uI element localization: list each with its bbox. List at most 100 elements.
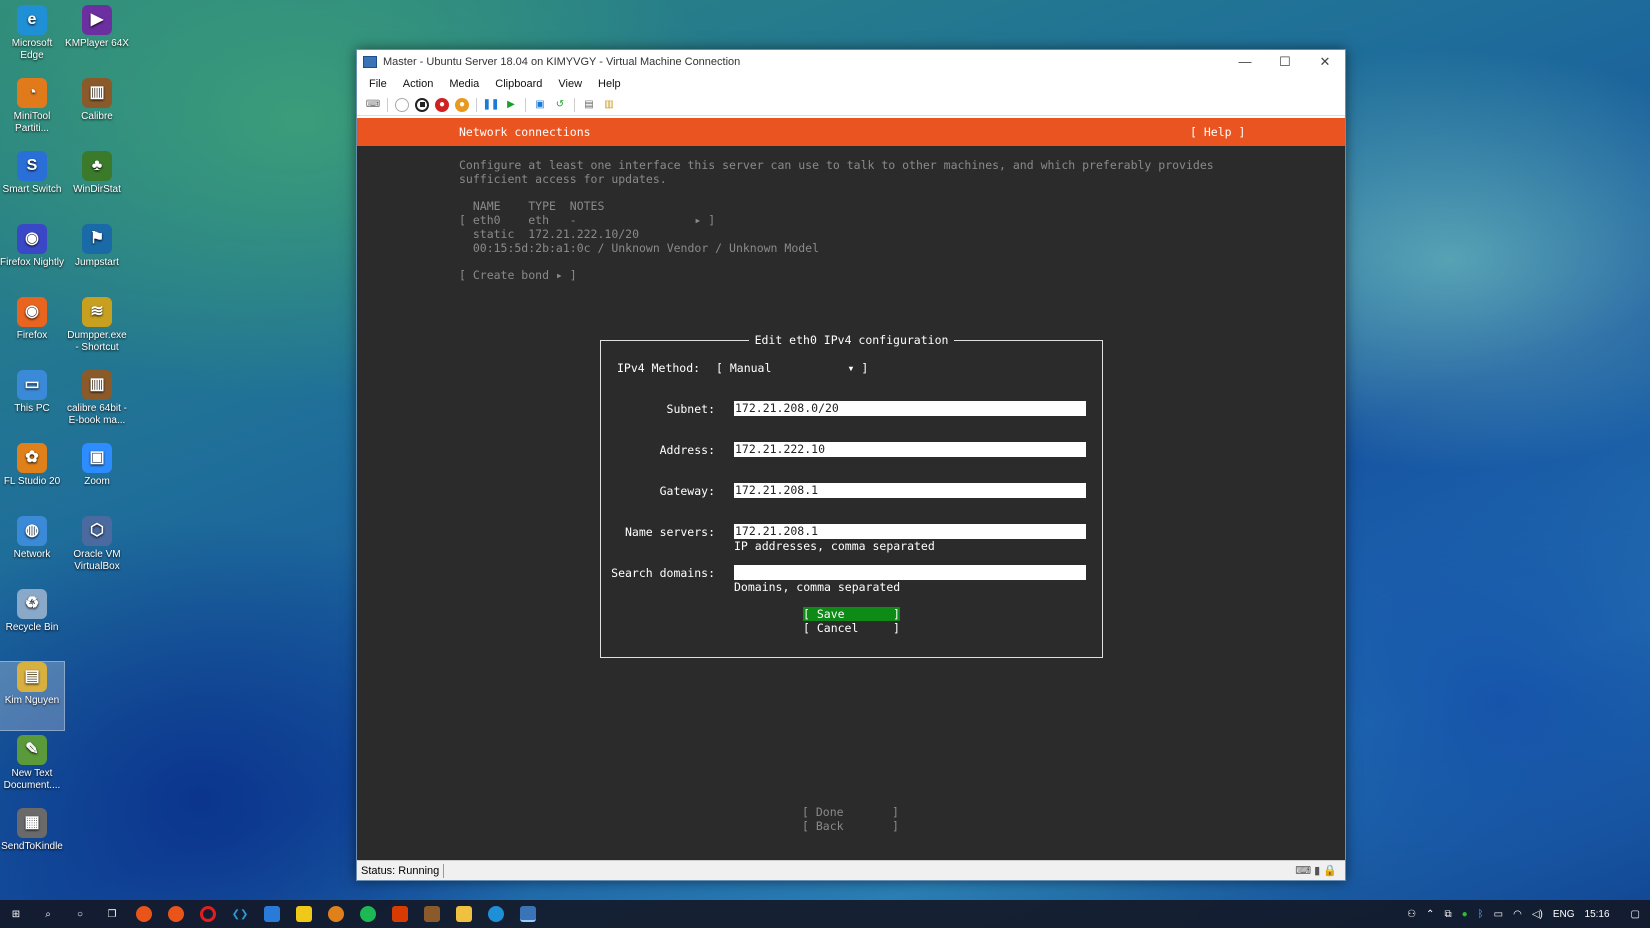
desktop-icon-label: Firefox Nightly xyxy=(0,257,64,268)
security-icon[interactable]: ● xyxy=(1462,909,1468,920)
desktop-icon-fl-studio-20[interactable]: ✿ FL Studio 20 xyxy=(0,443,64,511)
battery-icon[interactable]: ▭ xyxy=(1494,909,1503,920)
window-titlebar[interactable]: Master - Ubuntu Server 18.04 on KIMYVGY … xyxy=(357,50,1345,73)
checkpoint-icon[interactable]: ▣ xyxy=(533,98,547,112)
desktop-icon-oracle-vm-virtualbox[interactable]: ⬡ Oracle VM VirtualBox xyxy=(65,516,129,584)
people-icon[interactable]: ⚇ xyxy=(1407,909,1416,920)
office-icon[interactable] xyxy=(392,906,408,922)
language-indicator[interactable]: ENG xyxy=(1553,909,1575,920)
opera-icon[interactable] xyxy=(200,906,216,922)
chevron-up-icon[interactable]: ⌃ xyxy=(1426,909,1434,920)
desktop-icon-firefox-nightly[interactable]: ◉ Firefox Nightly xyxy=(0,224,64,292)
desktop-icon-label: Jumpstart xyxy=(75,257,119,268)
system-tray: ⚇ ⌃ ⧉ ● ᛒ ▭ ◠ ◁) ENG 15:16 ▢ xyxy=(1402,900,1650,928)
desktop-icon-label: KMPlayer 64X xyxy=(65,38,129,49)
desktop-icon-kmplayer-64x[interactable]: ▶ KMPlayer 64X xyxy=(65,5,129,73)
clock[interactable]: 15:16 xyxy=(1585,909,1610,920)
desktop-icon-network[interactable]: ◍ Network xyxy=(0,516,64,584)
desktop-icon-sendtokindle[interactable]: ▦ SendToKindle xyxy=(0,808,64,876)
desktop-icon-smart-switch[interactable]: S Smart Switch xyxy=(0,151,64,219)
desktop-icon-recycle-bin[interactable]: ♻ Recycle Bin xyxy=(0,589,64,657)
ipv4-config-dialog: Edit eth0 IPv4 configuration IPv4 Method… xyxy=(600,333,1103,658)
app-icon: ♻ xyxy=(17,589,47,619)
vm-console[interactable]: Network connections [ Help ] Configure a… xyxy=(357,118,1345,862)
turn-off-icon[interactable] xyxy=(415,97,429,112)
search-icon[interactable]: ⌕ xyxy=(40,906,56,922)
address-field[interactable]: 172.21.222.10 xyxy=(734,442,1086,457)
app-icon: e xyxy=(17,5,47,35)
done-button[interactable]: [ Done ] xyxy=(802,805,899,819)
create-bond-button[interactable]: [ Create bond ▸ ] xyxy=(459,268,577,282)
help-button[interactable]: [ Help ] xyxy=(1190,125,1245,139)
ctrl-alt-del-icon[interactable]: ⌨ xyxy=(366,98,380,112)
file-explorer-icon[interactable] xyxy=(456,906,472,922)
share-icon[interactable]: ▥ xyxy=(602,98,616,112)
name-servers-field[interactable]: 172.21.208.1 xyxy=(734,524,1086,539)
save-button[interactable]: [ Save ] xyxy=(803,607,900,621)
interface-row-eth0[interactable]: [ eth0 eth - ▸ ] xyxy=(459,213,715,227)
subnet-field[interactable]: 172.21.208.0/20 xyxy=(734,401,1086,416)
desktop-icon-jumpstart[interactable]: ⚑ Jumpstart xyxy=(65,224,129,292)
desktop-icon-dumpper-exe-shortcut[interactable]: ≋ Dumpper.exe - Shortcut xyxy=(65,297,129,365)
desktop-icon-label: Network xyxy=(13,549,51,560)
minimize-button[interactable]: — xyxy=(1225,50,1265,73)
enhanced-session-icon[interactable]: ▤ xyxy=(582,98,596,112)
start-button-icon[interactable]: ⊞ xyxy=(8,906,24,922)
maximize-button[interactable]: ☐ xyxy=(1265,50,1305,73)
vm-status: Status: Running xyxy=(361,864,440,877)
desktop-icon-label: Microsoft Edge xyxy=(11,38,53,61)
task-view-icon[interactable]: ❐ xyxy=(104,906,120,922)
keyboard-mouse-lock-icons: ⌨ ▮ 🔒 xyxy=(1295,865,1337,877)
menu-clipboard[interactable]: Clipboard xyxy=(495,78,542,90)
desktop-icon-label: Dumpper.exe - Shortcut xyxy=(67,330,127,353)
edge-icon[interactable] xyxy=(488,906,504,922)
app-icon: ≋ xyxy=(82,297,112,327)
notification-icon[interactable]: ▢ xyxy=(1631,909,1640,920)
bluetooth-icon[interactable]: ᛒ xyxy=(1478,909,1484,920)
start-icon[interactable] xyxy=(395,97,409,112)
cancel-button[interactable]: [ Cancel ] xyxy=(803,621,900,635)
menu-file[interactable]: File xyxy=(369,78,387,90)
vm-connection-taskbar-icon[interactable] xyxy=(520,906,536,922)
desktop-icon-this-pc[interactable]: ▭ This PC xyxy=(0,370,64,438)
menu-media[interactable]: Media xyxy=(449,78,479,90)
desktop-icon-calibre-64bit-e-book-ma[interactable]: ▥ calibre 64bit - E-book ma... xyxy=(65,370,129,438)
wifi-icon[interactable]: ◠ xyxy=(1513,909,1522,920)
shut-down-icon[interactable]: ● xyxy=(435,97,449,112)
calibre-icon[interactable] xyxy=(424,906,440,922)
network-share-icon[interactable]: ⧉ xyxy=(1444,909,1451,920)
close-button[interactable]: ✕ xyxy=(1305,50,1345,73)
ipv4-method-select[interactable]: [ Manual ▾ ] xyxy=(716,361,868,375)
desktop-icon-kim-nguyen[interactable]: ▤ Kim Nguyen xyxy=(0,661,65,731)
volume-icon[interactable]: ◁) xyxy=(1532,909,1543,920)
desktop-icon-minitool-partiti[interactable]: ◔ MiniTool Partiti... xyxy=(0,78,64,146)
menu-action[interactable]: Action xyxy=(403,78,434,90)
desktop-icon-microsoft-edge[interactable]: e Microsoft Edge xyxy=(0,5,64,73)
desktop-icon-windirstat[interactable]: ♣ WinDirStat xyxy=(65,151,129,219)
app-icon: ◍ xyxy=(17,516,47,546)
save-state-icon[interactable]: ● xyxy=(455,97,469,112)
spotify-icon[interactable] xyxy=(360,906,376,922)
brave-icon[interactable] xyxy=(136,906,152,922)
mail-icon[interactable] xyxy=(264,906,280,922)
cortana-icon[interactable]: ○ xyxy=(72,906,88,922)
menu-view[interactable]: View xyxy=(558,78,582,90)
desktop-icon-new-text-document[interactable]: ✎ New Text Document.... xyxy=(0,735,64,803)
fl-studio-icon[interactable] xyxy=(328,906,344,922)
intro-text-line2: sufficient access for updates. xyxy=(459,172,667,186)
desktop-icon-zoom[interactable]: ▣ Zoom xyxy=(65,443,129,511)
brave-beta-icon[interactable] xyxy=(168,906,184,922)
desktop-icon-firefox[interactable]: ◉ Firefox xyxy=(0,297,64,365)
menu-help[interactable]: Help xyxy=(598,78,621,90)
search-domains-field[interactable] xyxy=(734,565,1086,580)
resume-icon[interactable]: ▶ xyxy=(504,98,518,112)
revert-icon[interactable]: ↺ xyxy=(553,98,567,112)
sticky-notes-icon[interactable] xyxy=(296,906,312,922)
vscode-icon[interactable]: ❮❯ xyxy=(232,906,249,922)
back-button[interactable]: [ Back ] xyxy=(802,819,899,833)
pause-icon[interactable]: ❚❚ xyxy=(483,98,500,112)
gateway-field[interactable]: 172.21.208.1 xyxy=(734,483,1086,498)
app-icon: ▥ xyxy=(82,370,112,400)
desktop-icon-calibre[interactable]: ▥ Calibre xyxy=(65,78,129,146)
desktop-icon-label: Kim Nguyen xyxy=(4,695,60,706)
